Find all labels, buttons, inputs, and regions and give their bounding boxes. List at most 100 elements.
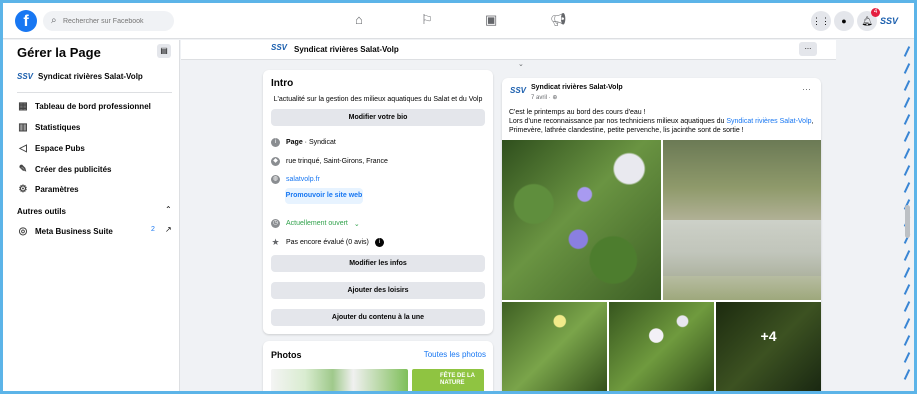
sidebar-item-label: Meta Business Suite <box>35 227 113 236</box>
top-navigation-bar: f ⌕ ⌂ ⚐ ▣ 📢︎ ⋮⋮ ● 🔔︎ 4 SSV <box>3 3 914 39</box>
post-photo[interactable] <box>609 302 714 394</box>
grid-menu-icon[interactable]: ⋮⋮ <box>811 11 831 31</box>
page-header-strip: SSV Syndicat rivières Salat-Volp ... <box>181 40 836 60</box>
page-scrollbar[interactable] <box>905 205 910 238</box>
intro-bio: L'actualité sur la gestion des milieux a… <box>273 96 483 103</box>
edit-bio-button[interactable]: Modifier votre bio <box>271 109 485 126</box>
thumbnail-caption: FÊTE DE LA NATURE <box>440 373 475 386</box>
photo-thumbnail[interactable] <box>271 369 408 394</box>
page-name[interactable]: Syndicat rivières Salat-Volp <box>294 45 399 54</box>
more-photos-count[interactable]: +4 <box>716 302 821 394</box>
globe-icon: ⊕ <box>552 95 558 101</box>
website-link[interactable]: salatvolp.fr <box>286 176 320 183</box>
info-icon: i <box>271 138 280 147</box>
post-author[interactable]: Syndicat rivières Salat-Volp <box>531 84 623 91</box>
post-photo[interactable]: +4 <box>716 302 821 394</box>
post-timestamp[interactable]: 7 avril · ⊕ <box>531 94 557 101</box>
address-text: rue trinqué, Saint-Girons, France <box>286 158 388 165</box>
sidebar-item-create-ads[interactable]: ✎ Créer des publicités <box>17 164 112 175</box>
all-photos-link[interactable]: Toutes les photos <box>424 350 486 359</box>
category-row: i Page · Syndicat <box>271 138 336 147</box>
sidebar-item-statistics[interactable]: ▥ Statistiques <box>17 122 80 133</box>
facebook-logo[interactable]: f <box>15 10 37 32</box>
promote-website-button[interactable]: Promouvoir le site web <box>285 188 363 204</box>
sidebar-toggle-icon[interactable]: ▤ <box>157 44 171 58</box>
divider <box>17 92 172 93</box>
post-photo[interactable] <box>502 140 661 300</box>
photo-thumbnail[interactable]: FÊTE DE LA NATURE <box>412 369 484 394</box>
address-row: ◆ rue trinqué, Saint-Girons, France <box>271 157 388 166</box>
bell-icon[interactable]: 🔔︎ 4 <box>857 8 880 31</box>
rating-text: Pas encore évalué (0 avis) <box>286 239 369 246</box>
home-icon[interactable]: ⌂ <box>355 12 363 27</box>
meta-icon: ◎ <box>18 226 28 237</box>
sidebar-title: Gérer la Page <box>17 45 101 60</box>
chevron-down-icon[interactable]: ⌄ <box>354 220 360 228</box>
add-hobbies-button[interactable]: Ajouter des loisirs <box>271 282 485 299</box>
add-featured-button[interactable]: Ajouter du contenu à la une <box>271 309 485 326</box>
post-photo[interactable] <box>502 302 607 394</box>
sidebar-item-label: Espace Pubs <box>35 144 85 153</box>
meta-count-badge: 2 <box>151 226 155 233</box>
intro-title: Intro <box>271 78 294 89</box>
category-value: · Syndicat <box>302 139 336 146</box>
ssv-logo: SSV <box>879 16 898 26</box>
ssv-logo: SSV <box>271 43 288 52</box>
scroll-indicator-icon: ⌄ <box>518 61 524 68</box>
ssv-logo: SSV <box>17 71 34 81</box>
post-text-line: Primevère, lathrée clandestine, petite p… <box>509 127 744 134</box>
stats-icon: ▥ <box>18 122 28 133</box>
avatar[interactable]: SSV <box>879 11 899 31</box>
post-text-line: C'est le printemps au bord des cours d'e… <box>509 109 646 116</box>
category-prefix: Page <box>286 139 303 146</box>
sidebar-page-name: Syndicat rivières Salat-Volp <box>38 71 143 81</box>
manage-page-sidebar: Gérer la Page ▤ SSV Syndicat rivières Sa… <box>3 40 180 394</box>
post-text: C'est le printemps au bord des cours d'e… <box>509 108 815 135</box>
page-mention-link[interactable]: Syndicat rivières Salat-Volp <box>726 118 811 125</box>
location-icon: ◆ <box>271 157 280 166</box>
chevron-up-icon[interactable]: ⌃ <box>165 205 172 214</box>
search-box[interactable]: ⌕ <box>43 11 174 31</box>
sidebar-item-label: Paramètres <box>35 185 79 194</box>
edit-icon: ✎ <box>18 164 28 175</box>
sidebar-item-label: Tableau de bord professionnel <box>35 102 151 111</box>
photos-title: Photos <box>271 350 302 360</box>
clock-icon: ◷ <box>271 219 280 228</box>
ssv-logo[interactable]: SSV <box>510 86 526 95</box>
hours-row: ◷ Actuellement ouvert ⌄ <box>271 219 360 228</box>
post-photo[interactable] <box>663 140 821 300</box>
post-text-line: Lors d'une reconnaissance par nos techni… <box>509 118 814 125</box>
sidebar-item-dashboard[interactable]: ▦ Tableau de bord professionnel <box>17 101 151 112</box>
post-date: 7 avril · <box>531 95 553 101</box>
sidebar-item-label: Statistiques <box>35 123 81 132</box>
megaphone-icon[interactable]: 📢︎ <box>550 12 567 28</box>
sidebar-item-meta-business-suite[interactable]: ◎ Meta Business Suite <box>17 226 113 237</box>
messenger-icon[interactable]: ● <box>834 11 854 31</box>
dashboard-icon: ▦ <box>18 101 28 112</box>
other-tools-heading: Autres outils <box>17 207 66 216</box>
info-icon[interactable]: i <box>374 238 384 247</box>
external-link-icon[interactable]: ↗ <box>165 225 172 234</box>
sidebar-item-label: Créer des publicités <box>35 165 112 174</box>
sidebar-page-link[interactable]: SSV Syndicat rivières Salat-Volp <box>17 66 143 86</box>
photos-card: Photos Toutes les photos FÊTE DE LA NATU… <box>263 341 493 394</box>
post-more-button[interactable]: ··· <box>802 84 811 94</box>
edit-info-button[interactable]: Modifier les infos <box>271 255 485 272</box>
gear-icon: ⚙ <box>18 184 28 195</box>
rating-row: ★ Pas encore évalué (0 avis) i <box>271 238 384 247</box>
post-card: SSV Syndicat rivières Salat-Volp 7 avril… <box>502 78 821 394</box>
search-icon: ⌕ <box>51 15 57 26</box>
open-status[interactable]: Actuellement ouvert <box>286 220 348 227</box>
megaphone-icon: ◁ <box>19 143 27 154</box>
globe-icon: ◍ <box>271 175 280 184</box>
flag-icon[interactable]: ⚐ <box>421 12 433 28</box>
website-row: ◍ salatvolp.fr <box>271 175 320 184</box>
star-icon: ★ <box>271 237 280 247</box>
ads-icon[interactable]: ▣ <box>485 12 497 28</box>
intro-card: Intro L'actualité sur la gestion des mil… <box>263 70 493 334</box>
more-options-button[interactable]: ... <box>799 42 817 56</box>
sidebar-item-ads-space[interactable]: ◁ Espace Pubs <box>17 143 85 154</box>
notification-badge: 4 <box>871 8 880 17</box>
search-input[interactable] <box>63 14 168 28</box>
sidebar-item-settings[interactable]: ⚙ Paramètres <box>17 184 79 195</box>
